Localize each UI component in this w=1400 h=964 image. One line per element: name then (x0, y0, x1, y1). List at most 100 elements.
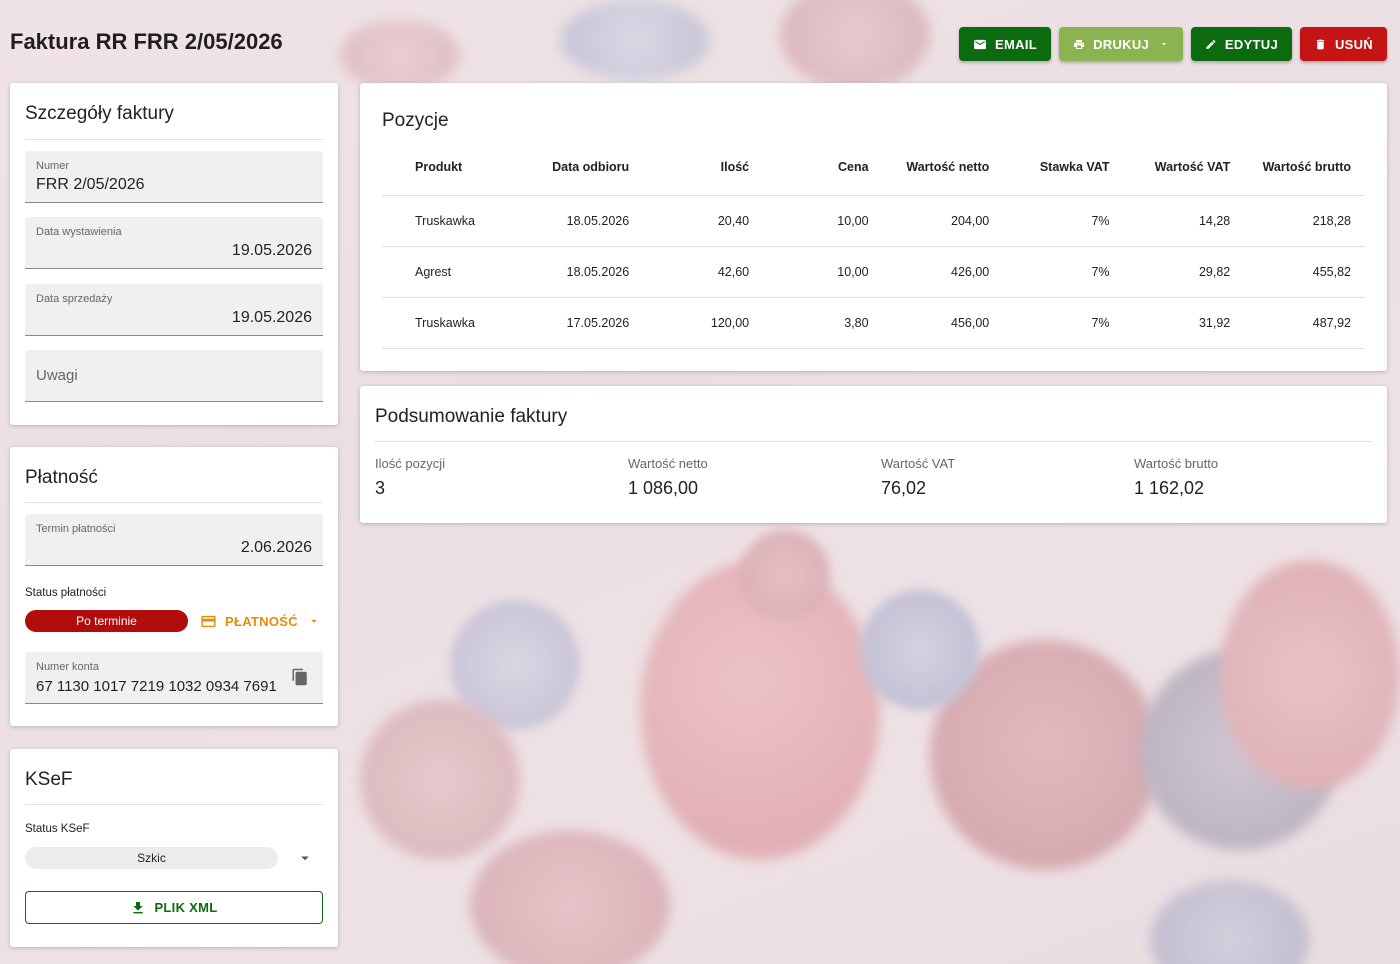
account-number-label: Numer konta (36, 661, 99, 673)
col-produkt: Produkt (382, 138, 522, 196)
table-row[interactable]: Agrest 18.05.2026 42,60 10,00 426,00 7% … (382, 246, 1365, 298)
caret-down-icon (311, 619, 317, 623)
cell-cena: 10,00 (763, 246, 883, 298)
col-wartosc-netto: Wartość netto (882, 138, 1004, 196)
cell-wartosc-netto: 204,00 (882, 195, 1004, 247)
credit-card-icon (201, 615, 216, 627)
payment-due-field[interactable]: Termin płatności 2.06.2026 (25, 514, 323, 566)
cell-data-odbioru: 17.05.2026 (521, 297, 644, 349)
print-button[interactable]: DRUKUJ (1059, 27, 1183, 61)
cell-wartosc-vat: 31,92 (1123, 297, 1245, 349)
account-number-value: 67 1130 1017 7219 1032 0934 7691 (36, 678, 277, 695)
printer-icon (1074, 39, 1085, 49)
ksef-status-label: Status KSeF (25, 823, 90, 835)
cell-produkt: Agrest (382, 246, 522, 298)
xml-file-button[interactable]: PLIK XML (25, 891, 323, 924)
issue-date-value: 19.05.2026 (231, 242, 312, 259)
cell-stawka-vat: 7% (1003, 297, 1124, 349)
invoice-number-label: Numer (36, 160, 70, 172)
edit-button-label: EDYTUJ (1224, 36, 1278, 52)
table-row[interactable]: Truskawka 17.05.2026 120,00 3,80 456,00 … (382, 297, 1365, 349)
col-data-odbioru: Data odbioru (521, 138, 644, 196)
sale-date-field[interactable]: Data sprzedaży 19.05.2026 (25, 284, 323, 336)
toolbar: EMAIL DRUKUJ EDYTUJ USUŃ (959, 27, 1387, 61)
edit-button[interactable]: EDYTUJ (1191, 27, 1292, 61)
issue-date-label: Data wystawienia (36, 226, 122, 238)
cell-ilosc: 120,00 (643, 297, 764, 349)
summary-item-count-label: Ilość pozycji (375, 456, 446, 471)
cell-stawka-vat: 7% (1003, 195, 1124, 247)
cell-ilosc: 20,40 (643, 195, 764, 247)
pencil-icon (1206, 39, 1216, 49)
email-button[interactable]: EMAIL (959, 27, 1051, 61)
col-stawka-vat: Stawka VAT (1003, 138, 1124, 196)
account-number-field[interactable]: Numer konta 67 1130 1017 7219 1032 0934 … (25, 652, 323, 704)
summary-vat-value: 76,02 (881, 478, 927, 498)
invoice-summary-title: Podsumowanie faktury (375, 406, 568, 427)
cell-data-odbioru: 18.05.2026 (521, 195, 644, 247)
table-header-row: Produkt Data odbioru Ilość Cena Wartość … (382, 138, 1365, 196)
invoice-details-title: Szczegóły faktury (25, 103, 174, 124)
trash-icon (1316, 39, 1325, 49)
col-wartosc-vat: Wartość VAT (1123, 138, 1245, 196)
issue-date-field[interactable]: Data wystawienia 19.05.2026 (25, 217, 323, 269)
invoice-number-value: FRR 2/05/2026 (36, 176, 145, 193)
payment-status-badge: Po terminie (25, 610, 188, 632)
col-ilosc: Ilość (643, 138, 764, 196)
summary-net-value: 1 086,00 (628, 478, 699, 498)
cell-wartosc-vat: 29,82 (1123, 246, 1245, 298)
mail-icon (974, 39, 986, 49)
cell-wartosc-netto: 456,00 (882, 297, 1004, 349)
col-cena: Cena (763, 138, 883, 196)
invoice-details-card: Szczegóły faktury Numer FRR 2/05/2026 Da… (10, 83, 338, 425)
cell-wartosc-brutto: 218,28 (1244, 195, 1365, 247)
summary-vat-label: Wartość VAT (881, 456, 956, 471)
page-title: Faktura RR FRR 2/05/2026 (10, 29, 283, 54)
notes-field[interactable]: Uwagi (25, 350, 323, 402)
payment-due-label: Termin płatności (36, 523, 116, 535)
summary-gross-label: Wartość brutto (1134, 456, 1219, 471)
summary-net-label: Wartość netto (628, 456, 708, 471)
summary-item-count-value: 3 (375, 478, 386, 498)
print-button-label: DRUKUJ (1093, 36, 1150, 52)
cell-cena: 3,80 (763, 297, 883, 349)
cell-cena: 10,00 (763, 195, 883, 247)
positions-card: Pozycje Produkt Data odbioru Ilość Cena … (360, 83, 1387, 371)
ksef-status-select[interactable]: Szkic (25, 847, 278, 869)
payment-due-value: 2.06.2026 (240, 539, 312, 556)
sale-date-value: 19.05.2026 (231, 309, 312, 326)
invoice-summary-card: Podsumowanie faktury Ilość pozycji 3 War… (360, 386, 1387, 523)
cell-wartosc-brutto: 455,82 (1244, 246, 1365, 298)
cell-ilosc: 42,60 (643, 246, 764, 298)
caret-down-icon[interactable] (296, 849, 314, 867)
copy-icon[interactable] (291, 668, 309, 686)
cell-wartosc-vat: 14,28 (1123, 195, 1245, 247)
cell-wartosc-brutto: 487,92 (1244, 297, 1365, 349)
payment-card: Płatność Termin płatności 2.06.2026 Stat… (10, 447, 338, 726)
col-wartosc-brutto: Wartość brutto (1244, 138, 1365, 196)
cell-wartosc-netto: 426,00 (882, 246, 1004, 298)
email-button-label: EMAIL (995, 36, 1037, 52)
payment-status-label: Status płatności (25, 587, 107, 599)
cell-stawka-vat: 7% (1003, 246, 1124, 298)
payment-menu-button[interactable]: PŁATNOŚĆ (200, 610, 330, 632)
notes-placeholder: Uwagi (36, 367, 78, 384)
cell-produkt: Truskawka (382, 297, 522, 349)
table-row[interactable]: Truskawka 18.05.2026 20,40 10,00 204,00 … (382, 195, 1365, 247)
xml-file-label: PLIK XML (154, 900, 218, 915)
payment-title: Płatność (25, 467, 98, 488)
ksef-title: KSeF (25, 769, 73, 790)
cell-data-odbioru: 18.05.2026 (521, 246, 644, 298)
delete-button-label: USUŃ (1334, 36, 1373, 52)
cell-produkt: Truskawka (382, 195, 522, 247)
positions-title: Pozycje (382, 110, 449, 131)
payment-menu-label: PŁATNOŚĆ (225, 613, 298, 629)
delete-button[interactable]: USUŃ (1300, 27, 1387, 61)
download-icon (133, 901, 144, 913)
caret-down-icon (1161, 43, 1167, 46)
ksef-card: KSeF Status KSeF Szkic PLIK XML (10, 749, 338, 947)
sale-date-label: Data sprzedaży (36, 293, 113, 305)
summary-gross-value: 1 162,02 (1134, 478, 1205, 498)
positions-table: Produkt Data odbioru Ilość Cena Wartość … (382, 138, 1365, 349)
invoice-number-field[interactable]: Numer FRR 2/05/2026 (25, 151, 323, 203)
